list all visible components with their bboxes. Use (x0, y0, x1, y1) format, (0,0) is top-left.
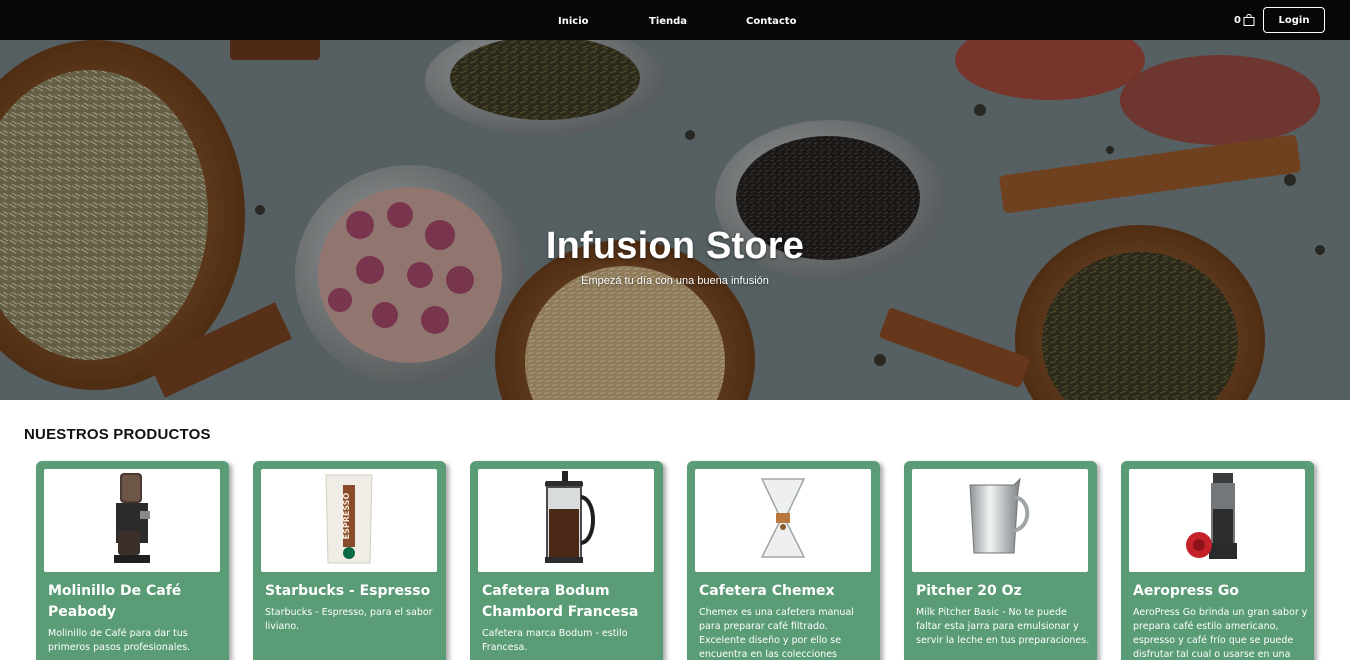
product-image (478, 469, 654, 572)
product-card[interactable]: Aeropress Go AeroPress Go brinda un gran… (1121, 461, 1314, 660)
products-heading: NUESTROS PRODUCTOS (24, 426, 211, 443)
hero-title: Infusion Store (545, 225, 805, 267)
product-title: Aeropress Go (1133, 583, 1239, 599)
product-title: Pitcher 20 Oz (916, 583, 1022, 599)
product-card[interactable]: Cafetera Bodum Chambord Francesa Cafeter… (470, 461, 663, 660)
shopping-bag-icon (1243, 14, 1255, 26)
aeropress-icon (1186, 473, 1237, 559)
product-title: Molinillo De Café Peabody (48, 583, 182, 620)
cart-button[interactable]: 0 (1234, 12, 1255, 28)
product-description: Milk Pitcher Basic - No te puede faltar … (916, 607, 1090, 646)
hero-banner: Infusion Store Empezá tu día con una bue… (0, 40, 1350, 400)
product-description: AeroPress Go brinda un gran sabor y prep… (1133, 607, 1308, 660)
product-description: Molinillo de Café para dar tus primeros … (48, 628, 191, 653)
product-card[interactable]: Pitcher 20 Oz Milk Pitcher Basic - No te… (904, 461, 1097, 660)
login-button[interactable]: Login (1263, 7, 1325, 33)
svg-text:ESPRESSO: ESPRESSO (342, 492, 351, 539)
nav-link-tienda[interactable]: Tienda (649, 16, 687, 27)
cart-count: 0 (1234, 14, 1241, 26)
coffee-bag-icon: ESPRESSO (325, 474, 373, 564)
product-description: Starbucks - Espresso, para el sabor livi… (265, 607, 433, 632)
french-press-icon (545, 471, 595, 563)
product-card[interactable]: ESPRESSO Starbucks - Espresso Starbucks … (253, 461, 446, 660)
product-image: ESPRESSO (261, 469, 437, 572)
product-title: Cafetera Chemex (699, 583, 835, 599)
milk-pitcher-icon (969, 477, 1030, 554)
coffee-grinder-icon (114, 473, 150, 563)
product-card[interactable]: Molinillo De Café Peabody Molinillo de C… (36, 461, 229, 660)
navbar: Inicio Tienda Contacto 0 Login (0, 0, 1350, 40)
product-title: Starbucks - Espresso (265, 583, 431, 599)
nav-link-inicio[interactable]: Inicio (558, 16, 589, 27)
product-image (695, 469, 871, 572)
product-image (912, 469, 1088, 572)
hero-subtitle: Empezá tu día con una buena infusión (581, 275, 769, 287)
nav-link-contacto[interactable]: Contacto (746, 16, 796, 27)
product-image (44, 469, 220, 572)
product-image (1129, 469, 1305, 572)
product-title: Cafetera Bodum Chambord Francesa (482, 583, 639, 620)
hero-background-image (0, 40, 1350, 400)
product-description: Chemex es una cafetera manual para prepa… (699, 607, 854, 660)
product-description: Cafetera marca Bodum - estilo Francesa. (482, 628, 628, 653)
product-card[interactable]: Cafetera Chemex Chemex es una cafetera m… (687, 461, 880, 660)
chemex-icon (760, 478, 806, 558)
